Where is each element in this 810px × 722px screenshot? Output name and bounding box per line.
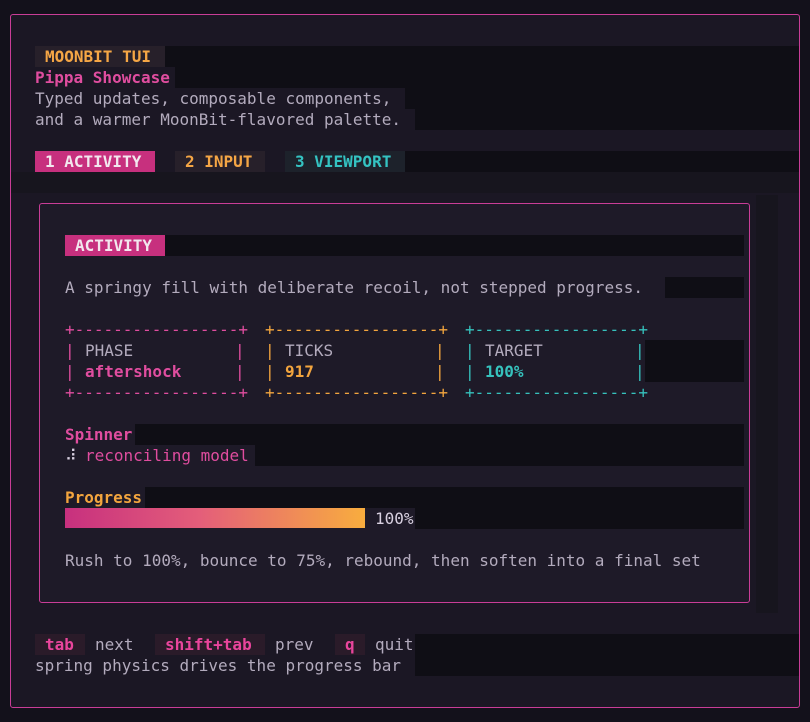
spinner-heading-strip xyxy=(135,424,744,445)
tabs-strip xyxy=(405,151,799,172)
tab-viewport[interactable]: 3 VIEWPORT xyxy=(285,151,405,172)
title-strip xyxy=(175,67,799,88)
stat-box-ticks-right-border: | xyxy=(435,341,445,360)
stat-box-target-bottom-border: +-----------------+ xyxy=(465,383,649,402)
stats-strip xyxy=(645,340,744,361)
description-strip xyxy=(665,277,744,298)
spinner-icon: ⠼ xyxy=(65,446,77,465)
spinner-strip xyxy=(255,445,744,466)
progress-label: 100% xyxy=(375,509,414,528)
stat-box-phase-right-border-2: | xyxy=(235,362,245,381)
panel-badge: ACTIVITY xyxy=(65,235,165,256)
stat-box-ticks-left-border: | xyxy=(265,341,275,360)
key-quit[interactable]: q xyxy=(335,634,365,655)
stat-box-phase-left-border-2: | xyxy=(65,362,75,381)
app-title: Pippa Showcase xyxy=(35,68,170,87)
footer-hint-strip xyxy=(415,655,799,676)
spinner-heading: Spinner xyxy=(65,425,133,444)
stat-box-ticks-left-border-2: | xyxy=(265,362,275,381)
header-strip xyxy=(165,46,799,67)
progress-heading-strip xyxy=(145,487,744,508)
subtitle-strip xyxy=(405,88,799,109)
app-badge: MOONBIT TUI xyxy=(35,46,165,67)
tab-activity[interactable]: 1 ACTIVITY xyxy=(35,151,155,172)
stat-box-phase-left-border: | xyxy=(65,341,75,360)
progress-bar-fill xyxy=(65,508,365,528)
progress-heading: Progress xyxy=(65,488,143,507)
key-shift-tab-action: prev xyxy=(275,635,314,654)
stat-box-ticks-top-border: +-----------------+ xyxy=(265,320,449,339)
stat-value-ticks: 917 xyxy=(285,362,314,381)
subtitle-strip-2 xyxy=(415,109,799,130)
stat-box-phase-right-border: | xyxy=(235,341,245,360)
activity-panel xyxy=(39,203,750,603)
progress-note: Rush to 100%, bounce to 75%, rebound, th… xyxy=(65,551,701,570)
progress-bar xyxy=(65,508,365,528)
key-quit-action: quit xyxy=(375,635,414,654)
stat-box-target-left-border-2: | xyxy=(465,362,475,381)
stat-box-ticks-bottom-border: +-----------------+ xyxy=(265,383,449,402)
progress-strip xyxy=(415,508,744,529)
stat-value-phase: aftershock xyxy=(85,362,182,381)
app-subtitle-line2: and a warmer MoonBit-flavored palette. xyxy=(35,110,402,129)
stats-strip-2 xyxy=(645,361,744,382)
stat-label-ticks: TICKS xyxy=(285,341,334,360)
stat-box-phase-bottom-border: +-----------------+ xyxy=(65,383,249,402)
key-tab-action: next xyxy=(95,635,134,654)
stat-label-phase: PHASE xyxy=(85,341,134,360)
key-tab[interactable]: tab xyxy=(35,634,85,655)
panel-badge-strip xyxy=(165,235,744,256)
stat-box-ticks-right-border-2: | xyxy=(435,362,445,381)
stat-box-target-top-border: +-----------------+ xyxy=(465,320,649,339)
stat-label-target: TARGET xyxy=(485,341,543,360)
stat-value-target: 100% xyxy=(485,362,524,381)
footer-strip xyxy=(415,634,799,655)
stat-box-target-right-border-2: | xyxy=(635,362,645,381)
panel-description: A springy fill with deliberate recoil, n… xyxy=(65,278,643,297)
panel-side-shade xyxy=(756,195,778,613)
spinner-text: reconciling model xyxy=(85,446,249,465)
stat-box-target-right-border: | xyxy=(635,341,645,360)
stat-box-target-left-border: | xyxy=(465,341,475,360)
footer-hint: spring physics drives the progress bar xyxy=(35,656,402,675)
app-subtitle-line1: Typed updates, composable components, xyxy=(35,89,392,108)
tabs-spacer xyxy=(11,172,799,193)
tab-input[interactable]: 2 INPUT xyxy=(175,151,265,172)
key-shift-tab[interactable]: shift+tab xyxy=(155,634,265,655)
stat-box-phase-top-border: +-----------------+ xyxy=(65,320,249,339)
